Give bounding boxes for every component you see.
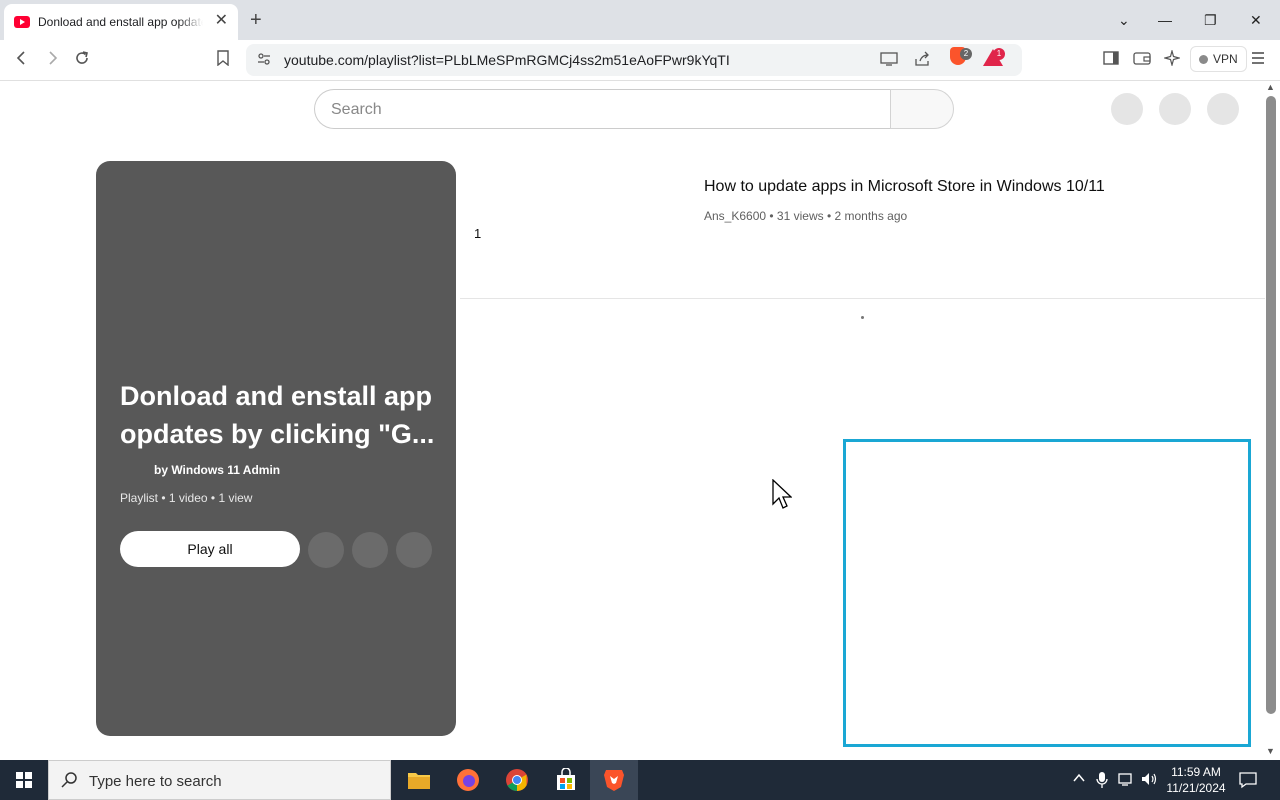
playlist-header-card: Donload and enstall app opdates by click… xyxy=(96,161,456,736)
microphone-icon[interactable] xyxy=(1096,771,1108,793)
reload-icon[interactable] xyxy=(74,50,90,72)
shields-count-badge: 2 xyxy=(960,48,972,60)
scrollbar[interactable] xyxy=(1266,96,1276,714)
site-settings-icon[interactable] xyxy=(256,51,272,72)
file-explorer-icon[interactable] xyxy=(403,764,435,796)
tab-search-dropdown-icon[interactable]: ⌄ xyxy=(1118,10,1130,30)
scroll-down-icon[interactable]: ▼ xyxy=(1266,746,1275,756)
bookmark-icon[interactable] xyxy=(216,50,230,72)
playlist-meta: Playlist • 1 video • 1 view xyxy=(120,491,253,505)
create-button[interactable] xyxy=(1111,93,1143,125)
brave-browser-icon[interactable] xyxy=(598,764,630,796)
highlight-box xyxy=(843,439,1251,747)
youtube-search-box[interactable]: Search xyxy=(314,89,891,129)
vpn-status-icon xyxy=(1199,54,1208,64)
clock-time: 11:59 AM xyxy=(1171,765,1221,779)
divider xyxy=(460,298,1265,299)
playlist-owner[interactable]: by Windows 11 Admin xyxy=(154,463,280,477)
microsoft-store-icon[interactable] xyxy=(550,764,582,796)
start-button[interactable] xyxy=(0,760,48,800)
rewards-count-badge: 1 xyxy=(993,48,1005,60)
tab-close-icon[interactable]: ✕ xyxy=(215,13,228,29)
back-icon[interactable] xyxy=(14,50,30,72)
minimize-button[interactable]: — xyxy=(1158,10,1172,30)
menu-icon[interactable] xyxy=(1250,50,1266,72)
sidebar-icon[interactable] xyxy=(1103,50,1119,72)
playlist-title[interactable]: Donload and enstall app opdates by click… xyxy=(120,377,440,453)
taskbar-search[interactable]: Type here to search xyxy=(48,760,391,800)
wallet-icon[interactable] xyxy=(1133,50,1151,72)
forward-icon[interactable] xyxy=(44,50,60,72)
clock-date: 11/21/2024 xyxy=(1166,781,1226,795)
play-all-button[interactable]: Play all xyxy=(120,531,300,567)
video-meta: Ans_K6600 • 31 views • 2 months ago xyxy=(704,209,908,223)
show-hidden-icons-icon[interactable] xyxy=(1072,771,1086,789)
search-input[interactable]: Search xyxy=(331,101,382,119)
avatar[interactable] xyxy=(1207,93,1239,125)
firefox-icon[interactable] xyxy=(452,764,484,796)
cast-icon[interactable] xyxy=(880,51,898,72)
more-actions-button[interactable] xyxy=(396,532,432,568)
video-title[interactable]: How to update apps in Microsoft Store in… xyxy=(704,178,1105,196)
leo-ai-icon[interactable] xyxy=(1162,48,1182,72)
vpn-button[interactable]: VPN xyxy=(1190,46,1247,72)
share-icon[interactable] xyxy=(914,51,932,72)
system-clock[interactable]: 11:59 AM 11/21/2024 xyxy=(1162,764,1230,796)
taskbar-search-input[interactable]: Type here to search xyxy=(89,773,222,790)
notifications-button[interactable] xyxy=(1159,93,1191,125)
save-playlist-button[interactable] xyxy=(352,532,388,568)
vpn-label: VPN xyxy=(1213,52,1238,66)
loading-dot xyxy=(861,316,864,319)
search-button[interactable] xyxy=(890,89,954,129)
close-window-button[interactable]: ✕ xyxy=(1250,10,1262,30)
network-icon[interactable] xyxy=(1118,771,1136,791)
notifications-icon[interactable] xyxy=(1239,771,1257,793)
scroll-up-icon[interactable]: ▲ xyxy=(1266,82,1275,92)
search-icon xyxy=(61,771,79,794)
chrome-icon[interactable] xyxy=(501,764,533,796)
video-index: 1 xyxy=(474,226,482,241)
mouse-cursor-icon xyxy=(772,478,793,516)
address-bar[interactable]: youtube.com/playlist?list=PLbLMeSPmRGMCj… xyxy=(246,44,1022,76)
tab-youtube[interactable]: Donload and enstall app opdates by click… xyxy=(4,4,238,40)
browser-toolbar: youtube.com/playlist?list=PLbLMeSPmRGMCj… xyxy=(0,40,1280,81)
volume-icon[interactable] xyxy=(1141,771,1159,791)
shuffle-button[interactable] xyxy=(308,532,344,568)
youtube-favicon-icon xyxy=(14,16,30,28)
tab-title: Donload and enstall app opdates by click… xyxy=(38,15,203,29)
new-tab-button[interactable]: + xyxy=(250,10,262,30)
restore-button[interactable]: ❐ xyxy=(1204,10,1217,30)
tab-strip: Donload and enstall app opdates by click… xyxy=(0,0,1280,40)
url-text[interactable]: youtube.com/playlist?list=PLbLMeSPmRGMCj… xyxy=(284,52,730,68)
taskbar: Type here to search 11:59 AM 11/21/2024 xyxy=(0,760,1280,800)
